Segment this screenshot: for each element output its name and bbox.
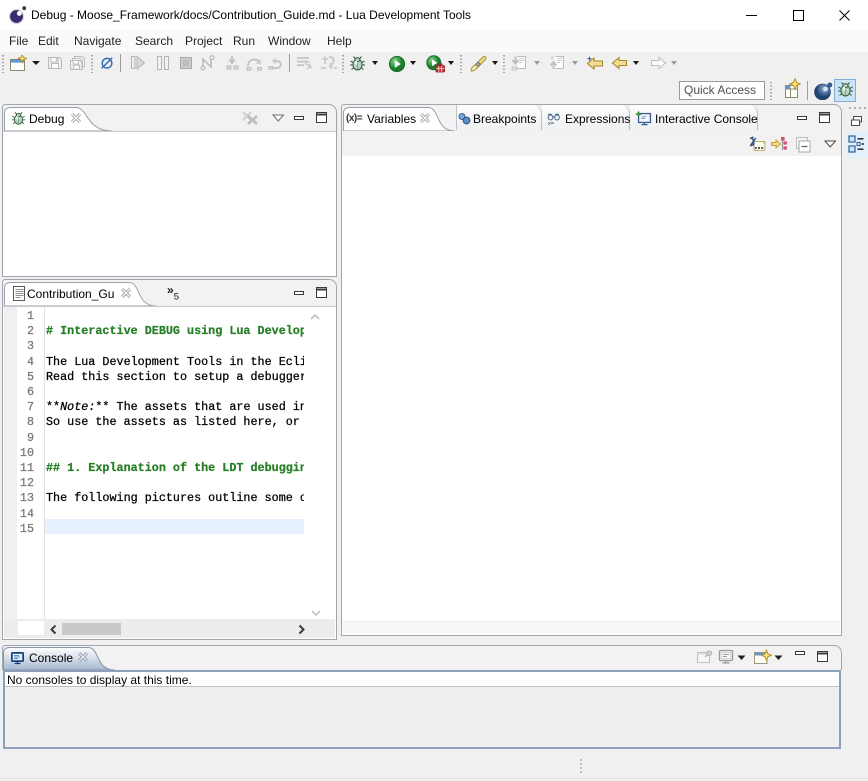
svg-text:x=: x= <box>548 121 554 126</box>
